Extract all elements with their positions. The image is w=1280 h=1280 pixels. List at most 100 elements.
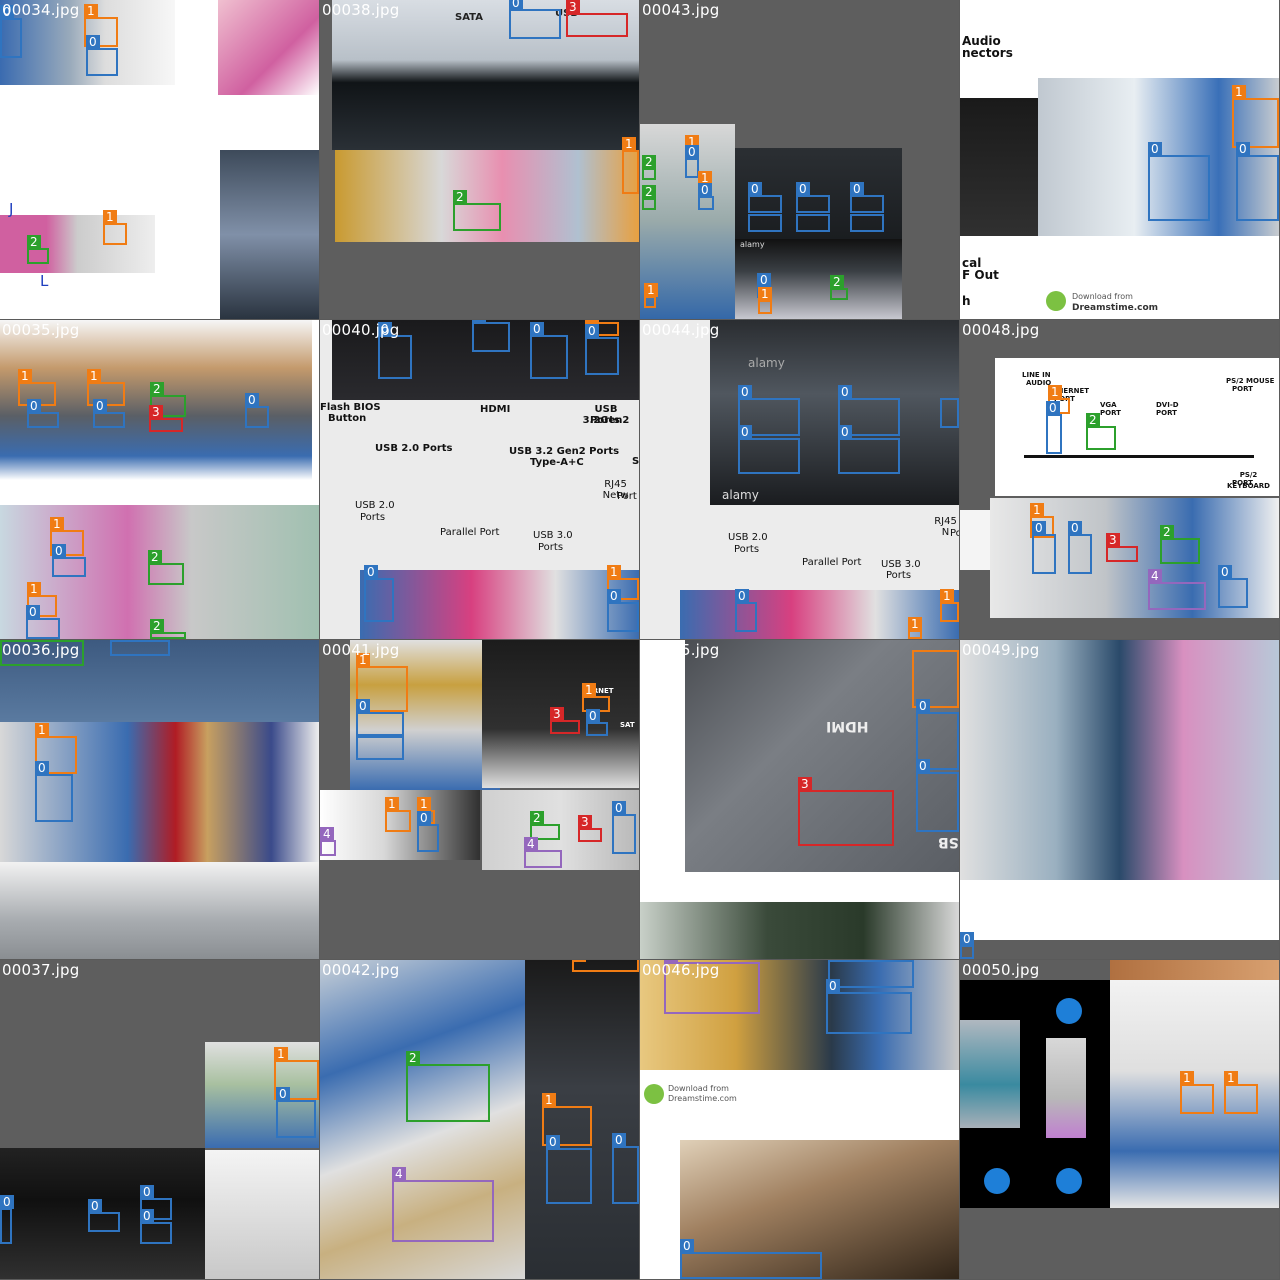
bbox-usb[interactable]: 0	[93, 399, 125, 428]
tile-00048[interactable]: 00048.jpg LINE IN AUDIO ETHERNET PORT VG…	[960, 320, 1279, 639]
bbox-usb[interactable]: 0	[88, 1199, 120, 1232]
bbox-vga[interactable]: 2	[642, 185, 656, 210]
bbox-usb[interactable]: 0	[530, 322, 568, 379]
bbox-usb[interactable]: 0	[916, 759, 959, 832]
bbox-usb[interactable]: 0	[586, 709, 608, 736]
tile-00047[interactable]: 00047.jpg Audio nectors cal F Out h Down…	[960, 0, 1279, 319]
tile-00043[interactable]: 00043.jpg alamy 1 0 2 2 1 0 0 0 0 2 0 1 …	[640, 0, 959, 319]
bbox-usb[interactable]: 0	[612, 1133, 639, 1204]
bbox-hdmi[interactable]: 3	[798, 777, 894, 846]
bbox-usb[interactable]: 0	[52, 544, 86, 577]
bbox-dvi[interactable]: 4	[320, 827, 336, 856]
bbox-vga[interactable]: 2	[148, 550, 184, 585]
bbox-usb[interactable]: 0	[509, 0, 561, 39]
tile-00034[interactable]: 00034.jpg J L 0 1 0 1 2	[0, 0, 319, 319]
bbox-usb[interactable]: 0	[1148, 142, 1210, 221]
bbox-vga[interactable]: 2	[1160, 525, 1200, 564]
bbox-usb[interactable]	[796, 214, 830, 232]
bbox-usb[interactable]: 0	[685, 145, 699, 178]
bbox-ethernet[interactable]: 1	[908, 617, 922, 639]
bbox-usb[interactable]: 0	[748, 182, 782, 213]
tile-00036[interactable]: 00036.jpg 1 0	[0, 640, 319, 959]
bbox-usb[interactable]: 0	[35, 761, 73, 822]
tile-00042[interactable]: 00042.jpg 2 4 1 1 0 0	[320, 960, 639, 1279]
bbox-ethernet[interactable]: 1	[1224, 1071, 1258, 1114]
bbox-usb[interactable]: 0	[796, 182, 830, 213]
bbox-usb[interactable]: 6	[472, 320, 510, 352]
bbox-usb[interactable]: 0	[698, 183, 714, 210]
bbox-ethernet[interactable]: 1	[103, 210, 127, 245]
bbox-usb[interactable]	[110, 640, 170, 656]
bbox-hdmi[interactable]: 3	[566, 0, 628, 37]
bbox-usb[interactable]: 0	[828, 960, 914, 988]
bbox-ethernet[interactable]: 1	[385, 797, 411, 832]
bbox-usb[interactable]: 0	[1068, 521, 1092, 574]
photo-io-shield	[0, 862, 319, 959]
bbox-usb[interactable]: 0	[86, 35, 118, 76]
bbox-vga[interactable]: 2	[453, 190, 501, 231]
bbox-usb[interactable]: 0	[26, 605, 60, 639]
bbox-hdmi[interactable]: 3	[550, 707, 580, 734]
bbox-hdmi[interactable]: 3	[1106, 533, 1138, 562]
bbox-usb[interactable]: 0	[738, 425, 800, 474]
tile-filename: 00050.jpg	[962, 961, 1040, 979]
bbox-usb[interactable]: 0	[27, 399, 59, 428]
bbox-usb[interactable]: 0	[364, 565, 394, 622]
bbox-dvi[interactable]: 4	[1148, 569, 1206, 610]
bbox-dvi[interactable]: 4	[392, 1167, 494, 1242]
bbox-usb[interactable]: 0	[0, 5, 22, 58]
tile-00035[interactable]: 00035.jpg 1 1 2 3 0 0 0 1 0 2 1 0 2	[0, 320, 319, 639]
bbox-usb[interactable]: 0	[276, 1087, 316, 1138]
tile-00041[interactable]: 00041.jpg ERNET SAT 1 0 1 3 0 1 1 0 4 2 …	[320, 640, 639, 959]
bbox-ethernet[interactable]: 1	[1232, 85, 1279, 148]
tile-00050[interactable]: 00050.jpg 1 1	[960, 960, 1279, 1279]
bbox-usb[interactable]	[748, 214, 782, 232]
bbox-usb[interactable]: 0	[1218, 565, 1248, 608]
bbox-usb[interactable]: 0	[1032, 521, 1056, 574]
callout-label: USB 3.0	[533, 530, 573, 541]
bbox-usb[interactable]: 0	[680, 1239, 822, 1279]
bbox-vga[interactable]: 2	[406, 1051, 490, 1122]
bbox-ethernet[interactable]: 1	[940, 589, 959, 622]
tile-00044[interactable]: 00044.jpg alamy alamy USB 2.0 Ports Para…	[640, 320, 959, 639]
bbox-vga[interactable]: 2	[27, 235, 49, 264]
bbox-usb[interactable]: 0	[735, 589, 757, 632]
tile-00045[interactable]: 00045.jpg HDMI SB 0 0 3	[640, 640, 959, 959]
bbox-vga[interactable]: 2	[830, 275, 848, 300]
bbox-usb[interactable]: 0	[607, 589, 639, 632]
bbox-dvi[interactable]: 4	[524, 837, 562, 868]
bbox-usb[interactable]: 0	[1046, 401, 1062, 454]
bbox-usb[interactable]: 0	[546, 1135, 592, 1204]
bbox-hdmi[interactable]: 3	[578, 815, 602, 842]
bbox-hdmi[interactable]: 3	[149, 405, 183, 432]
bbox-usb[interactable]: 0	[960, 932, 974, 959]
bbox-usb[interactable]: 0	[417, 811, 439, 852]
bbox-ethernet[interactable]: 1	[644, 283, 658, 308]
bbox-usb[interactable]: 0	[378, 322, 412, 379]
bbox-usb[interactable]	[940, 398, 959, 428]
bbox-vga[interactable]: 2	[150, 619, 186, 639]
tile-00037[interactable]: 00037.jpg 1 0 0 0 0 0	[0, 960, 319, 1279]
bbox-usb[interactable]: 0	[612, 801, 636, 854]
bbox-usb[interactable]: 0	[838, 425, 900, 474]
bbox-usb[interactable]: 0	[1236, 142, 1279, 221]
bbox-usb[interactable]: 0	[245, 393, 269, 428]
bbox-vga[interactable]: 2	[1086, 413, 1116, 450]
bbox-usb[interactable]	[356, 736, 404, 760]
bbox-ethernet[interactable]: 1	[758, 287, 772, 314]
bbox-usb[interactable]: 0	[0, 1195, 14, 1244]
bbox-ethernet[interactable]: 1	[622, 137, 639, 194]
bbox-usb[interactable]: 0	[850, 182, 884, 213]
bbox-usb[interactable]: 0	[585, 324, 619, 375]
bbox-ethernet[interactable]: 1	[1180, 1071, 1214, 1114]
tile-00038[interactable]: 00038.jpg SATA USB 0 3 1 2	[320, 0, 639, 319]
bbox-usb[interactable]: 0	[826, 979, 912, 1034]
bbox-ethernet[interactable]: 1	[572, 960, 639, 972]
bbox-usb[interactable]: 0	[140, 1209, 172, 1244]
tile-00040[interactable]: 00040.jpg Flash BIOS Button HDMI USB 3.2…	[320, 320, 639, 639]
bbox-usb[interactable]: 0	[356, 699, 404, 736]
bbox-usb[interactable]	[850, 214, 884, 232]
tile-00046[interactable]: 00046.jpg Download from Dreamstime.com 4…	[640, 960, 959, 1279]
bbox-vga[interactable]: 2	[642, 155, 656, 180]
tile-00049[interactable]: 00049.jpg 0	[960, 640, 1279, 959]
